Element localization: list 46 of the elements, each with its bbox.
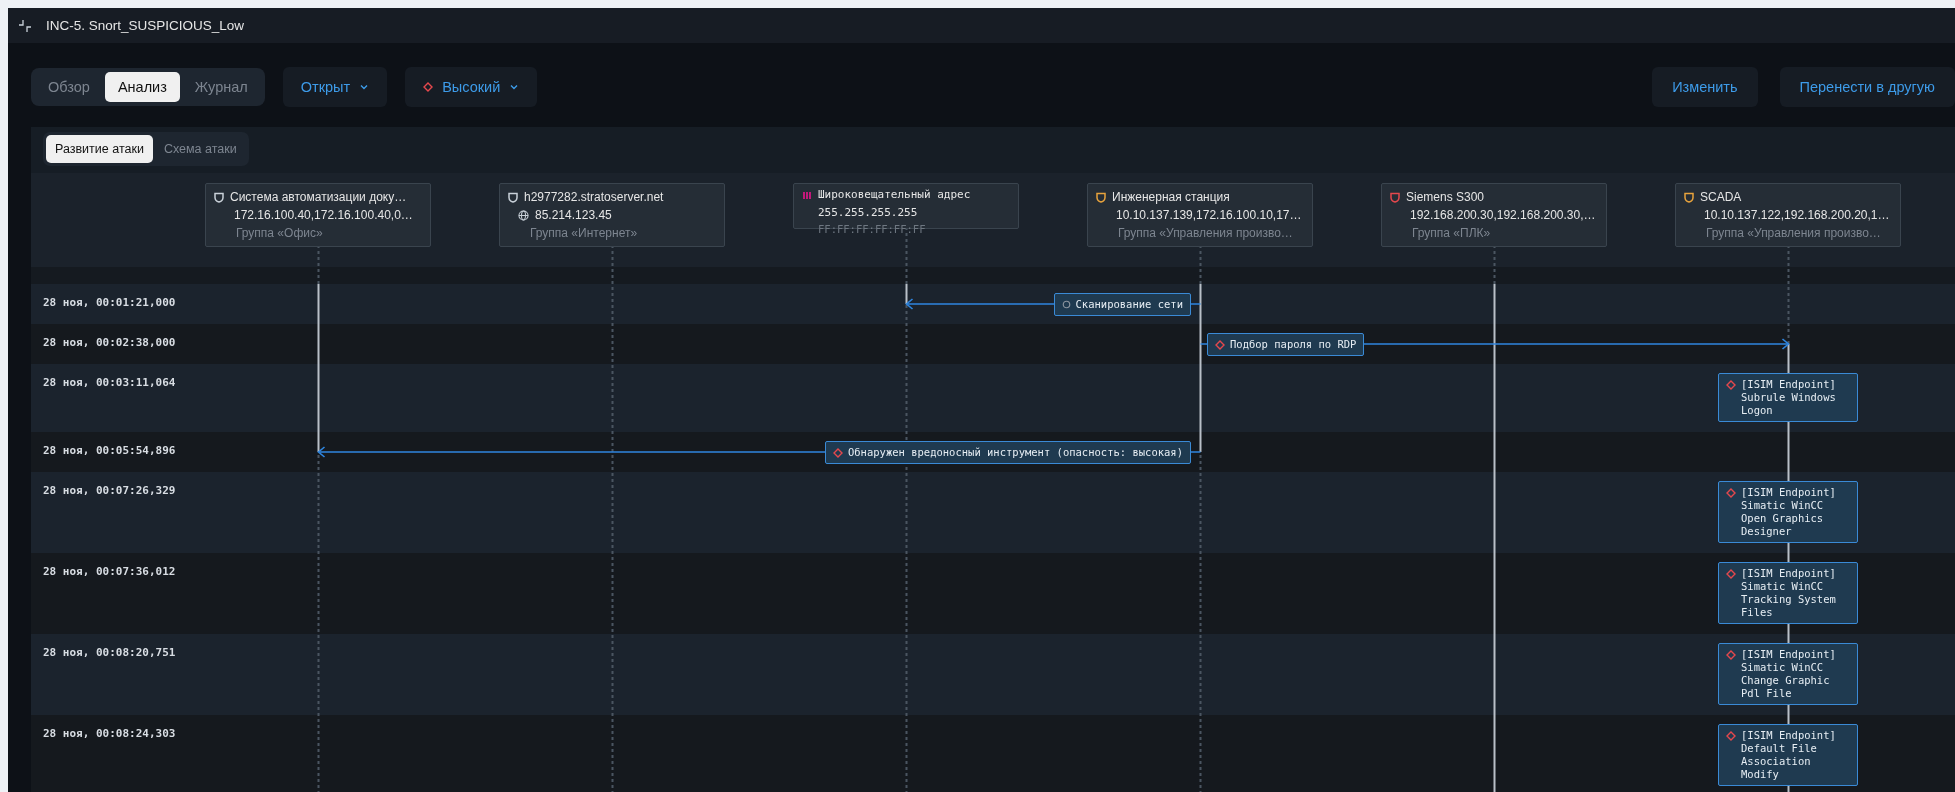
node-name: Siemens S300 (1406, 189, 1485, 206)
node-group: Группа «Офис» (214, 224, 422, 242)
node-address: 192.168.200.30,192.168.200.30,… (1410, 207, 1596, 224)
event-label[interactable]: [ISIM Endpoint] Subrule Windows Logon (1718, 373, 1858, 422)
window-title: INC-5. Snort_SUSPICIOUS_Low (46, 18, 245, 33)
node-card[interactable]: Система автоматизации доку… 172.16.100.40,172.16.100.40,0… Группа «Офис» (205, 183, 431, 247)
node-name: h2977282.stratoserver.net (524, 189, 664, 206)
event-label[interactable]: [ISIM Endpoint] Simatic WinCC Tracking System Files (1718, 562, 1858, 624)
dashed-lifeline (1199, 247, 1202, 284)
event-label[interactable]: Обнаружен вредоносный инструмент (опасность: высокая) (824, 440, 1191, 464)
node-address: 255.255.255.255 (818, 205, 918, 221)
node-card[interactable]: Инженерная станция 10.10.137.139,172.16.100.10,17… Группа «Управления произво… (1087, 183, 1313, 247)
event-label[interactable]: [ISIM Endpoint] Simatic WinCC Open Graphics Designer (1718, 481, 1858, 543)
node-name: Инженерная станция (1112, 189, 1230, 206)
node-card[interactable]: Siemens S300 192.168.200.30,192.168.200.30,… Группа «ПЛК» (1381, 183, 1607, 247)
status-dropdown[interactable]: Открыт (282, 67, 388, 107)
action-button[interactable]: Изменить (1652, 67, 1758, 107)
node-address: 85.214.123.45 (535, 207, 612, 224)
event-label[interactable]: [ISIM Endpoint] Simatic WinCC Change Graphic Pdl File (1718, 643, 1858, 705)
priority-dropdown[interactable]: Высокий (405, 67, 538, 107)
node-name: Система автоматизации доку… (230, 189, 407, 206)
dashed-lifeline (1493, 247, 1496, 284)
event-label[interactable]: Подбор пароля по RDP (1207, 332, 1365, 356)
node-group: Группа «Управления произво… (1684, 224, 1892, 242)
collapse-icon (18, 18, 32, 33)
tab[interactable]: Схема атаки (154, 135, 246, 163)
node-card[interactable]: SCADA 10.10.137.122,192.168.200.20,1… Группа «Управления произво… (1675, 183, 1901, 247)
event-label[interactable]: Сканирование сети (1053, 292, 1191, 316)
node-group: Группа «Управления произво… (1096, 224, 1304, 242)
node-group: Группа «Интернет» (508, 224, 716, 242)
node-address: 172.16.100.40,172.16.100.40,0… (234, 207, 413, 224)
event-label[interactable]: [ISIM Endpoint] Default File Association Modify (1718, 724, 1858, 786)
dashed-lifeline (317, 247, 320, 284)
node-address: 10.10.137.139,172.16.100.10,17… (1116, 207, 1302, 224)
tab[interactable]: Анализ (104, 72, 180, 102)
node-name: Широковещательный адрес (818, 187, 971, 203)
tab[interactable]: Журнал (181, 72, 261, 102)
chevron-down-icon (359, 82, 370, 92)
node-card[interactable]: h2977282.stratoserver.net 85.214.123.45 Группа «Интернет» (499, 183, 725, 247)
node-name: SCADA (1700, 189, 1742, 206)
action-button[interactable]: Перенести в другую (1779, 67, 1955, 107)
tab[interactable]: Обзор (35, 72, 103, 102)
node-address: 10.10.137.122,192.168.200.20,1… (1704, 207, 1890, 224)
node-group: Группа «ПЛК» (1390, 224, 1598, 242)
tab[interactable]: Развитие атаки (46, 135, 153, 163)
chevron-down-icon (509, 82, 520, 92)
